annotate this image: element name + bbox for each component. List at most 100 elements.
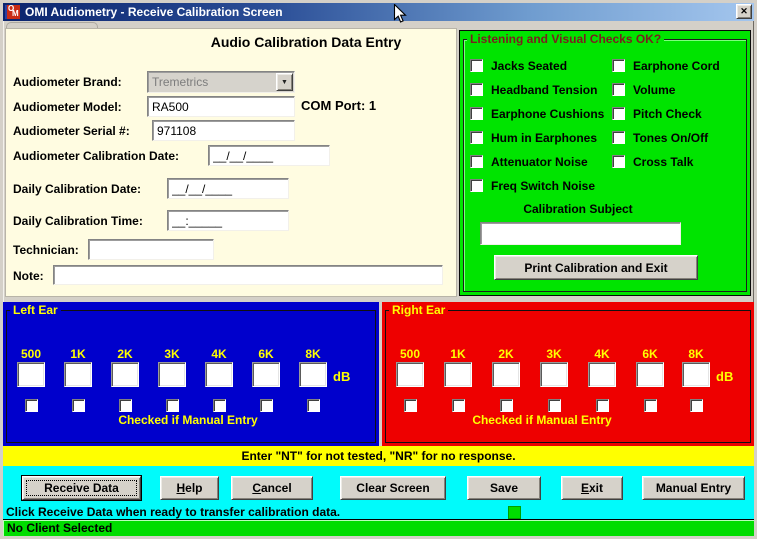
freq-label-8k: 8K [305, 347, 320, 362]
button-label-underline: C [252, 481, 261, 495]
freq-label-4k: 4K [211, 347, 226, 362]
check-row-headband-tension[interactable]: Headband Tension [470, 83, 604, 96]
receive-data-button[interactable]: Receive Data [22, 476, 141, 500]
left-ear-1k-input[interactable] [64, 362, 92, 387]
audiometer-model-input[interactable] [147, 96, 295, 117]
check-label: Hum in Earphones [491, 131, 597, 145]
left-ear-2k-input[interactable] [111, 362, 139, 387]
right-ear-4k-manual-checkbox[interactable] [596, 399, 609, 412]
left-ear-3k-input[interactable] [158, 362, 186, 387]
jacks-seated-checkbox[interactable] [470, 59, 483, 72]
right-ear-500-manual-checkbox[interactable] [404, 399, 417, 412]
right-ear-1k-input[interactable] [444, 362, 472, 387]
right-ear-db-label: dB [716, 369, 733, 384]
titlebar[interactable]: O M OMI Audiometry - Receive Calibration… [3, 3, 754, 21]
note-label: Note: [13, 269, 44, 283]
left-ear-8k-manual-checkbox[interactable] [307, 399, 320, 412]
calibration-subject-input[interactable] [480, 222, 681, 245]
close-button[interactable]: ✕ [736, 4, 752, 19]
technician-label: Technician: [13, 243, 79, 257]
right-ear-3k-input[interactable] [540, 362, 568, 387]
earphone-cushions-checkbox[interactable] [470, 107, 483, 120]
right-ear-col-2k: 2K [488, 347, 524, 412]
right-ear-8k-input[interactable] [682, 362, 710, 387]
left-ear-col-500: 500 [13, 347, 49, 412]
right-ear-2k-input[interactable] [492, 362, 520, 387]
right-ear-6k-input[interactable] [636, 362, 664, 387]
pitch-check-checkbox[interactable] [612, 107, 625, 120]
save-button[interactable]: Save [467, 476, 541, 500]
left-ear-2k-manual-checkbox[interactable] [119, 399, 132, 412]
right-ear-title: Right Ear [389, 303, 448, 317]
left-ear-500-input[interactable] [17, 362, 45, 387]
technician-input[interactable] [88, 239, 214, 260]
help-button[interactable]: Help [160, 476, 219, 500]
freq-label-3k: 3K [164, 347, 179, 362]
check-row-tones-on-off[interactable]: Tones On/Off [612, 131, 720, 144]
check-row-attenuator-noise[interactable]: Attenuator Noise [470, 155, 604, 168]
hum-in-earphones-checkbox[interactable] [470, 131, 483, 144]
freq-switch-noise-checkbox[interactable] [470, 179, 483, 192]
manual-entry-button[interactable]: Manual Entry [642, 476, 745, 500]
checks-panel-title: Listening and Visual Checks OK? [467, 32, 664, 46]
right-ear-panel: Right Ear 500 1K 2K 3K 4K 6K [380, 302, 754, 446]
check-row-freq-switch-noise[interactable]: Freq Switch Noise [470, 179, 604, 192]
earphone-cord-checkbox[interactable] [612, 59, 625, 72]
window-title: OMI Audiometry - Receive Calibration Scr… [25, 5, 283, 19]
exit-button[interactable]: Exit [561, 476, 623, 500]
left-ear-3k-manual-checkbox[interactable] [166, 399, 179, 412]
audiometer-model-label: Audiometer Model: [13, 100, 122, 114]
check-label: Earphone Cord [633, 59, 720, 73]
app-icon: O M [5, 5, 20, 19]
freq-label-1k: 1K [70, 347, 85, 362]
calibration-subject-label: Calibration Subject [460, 202, 696, 216]
check-row-hum-in-earphones[interactable]: Hum in Earphones [470, 131, 604, 144]
audiometer-brand-select[interactable]: Tremetrics ▼ [147, 71, 295, 93]
volume-checkbox[interactable] [612, 83, 625, 96]
freq-label-3k: 3K [546, 347, 561, 362]
print-calibration-exit-button[interactable]: Print Calibration and Exit [494, 255, 698, 280]
left-ear-6k-input[interactable] [252, 362, 280, 387]
audiometer-cal-date-input[interactable] [208, 145, 330, 166]
daily-cal-date-input[interactable] [167, 178, 289, 199]
left-ear-col-2k: 2K [107, 347, 143, 412]
left-ear-4k-input[interactable] [205, 362, 233, 387]
right-ear-6k-manual-checkbox[interactable] [644, 399, 657, 412]
tones-on-off-checkbox[interactable] [612, 131, 625, 144]
cancel-button[interactable]: Cancel [231, 476, 313, 500]
clear-screen-button[interactable]: Clear Screen [340, 476, 446, 500]
check-row-cross-talk[interactable]: Cross Talk [612, 155, 720, 168]
attenuator-noise-checkbox[interactable] [470, 155, 483, 168]
left-ear-1k-manual-checkbox[interactable] [72, 399, 85, 412]
right-ear-1k-manual-checkbox[interactable] [452, 399, 465, 412]
check-row-jacks-seated[interactable]: Jacks Seated [470, 59, 604, 72]
right-ear-3k-manual-checkbox[interactable] [548, 399, 561, 412]
check-label: Cross Talk [633, 155, 693, 169]
button-label: xit [589, 481, 603, 495]
cross-talk-checkbox[interactable] [612, 155, 625, 168]
audiometer-serial-input[interactable] [152, 120, 295, 141]
freq-label-8k: 8K [688, 347, 703, 362]
left-ear-8k-input[interactable] [299, 362, 327, 387]
freq-label-6k: 6K [642, 347, 657, 362]
headband-tension-checkbox[interactable] [470, 83, 483, 96]
chevron-down-icon[interactable]: ▼ [276, 73, 293, 91]
left-ear-500-manual-checkbox[interactable] [25, 399, 38, 412]
check-row-earphone-cushions[interactable]: Earphone Cushions [470, 107, 604, 120]
check-row-volume[interactable]: Volume [612, 83, 720, 96]
right-ear-2k-manual-checkbox[interactable] [500, 399, 513, 412]
note-input[interactable] [53, 265, 443, 285]
left-ear-6k-manual-checkbox[interactable] [260, 399, 273, 412]
check-row-earphone-cord[interactable]: Earphone Cord [612, 59, 720, 72]
com-port-label: COM Port: 1 [301, 98, 376, 113]
right-ear-manual-note: Checked if Manual Entry [412, 413, 672, 427]
right-ear-8k-manual-checkbox[interactable] [690, 399, 703, 412]
check-label: Tones On/Off [633, 131, 708, 145]
daily-cal-time-label: Daily Calibration Time: [13, 214, 143, 228]
daily-cal-time-input[interactable] [167, 210, 289, 231]
left-ear-4k-manual-checkbox[interactable] [213, 399, 226, 412]
right-ear-4k-input[interactable] [588, 362, 616, 387]
check-row-pitch-check[interactable]: Pitch Check [612, 107, 720, 120]
left-ear-manual-note: Checked if Manual Entry [58, 413, 318, 427]
right-ear-500-input[interactable] [396, 362, 424, 387]
